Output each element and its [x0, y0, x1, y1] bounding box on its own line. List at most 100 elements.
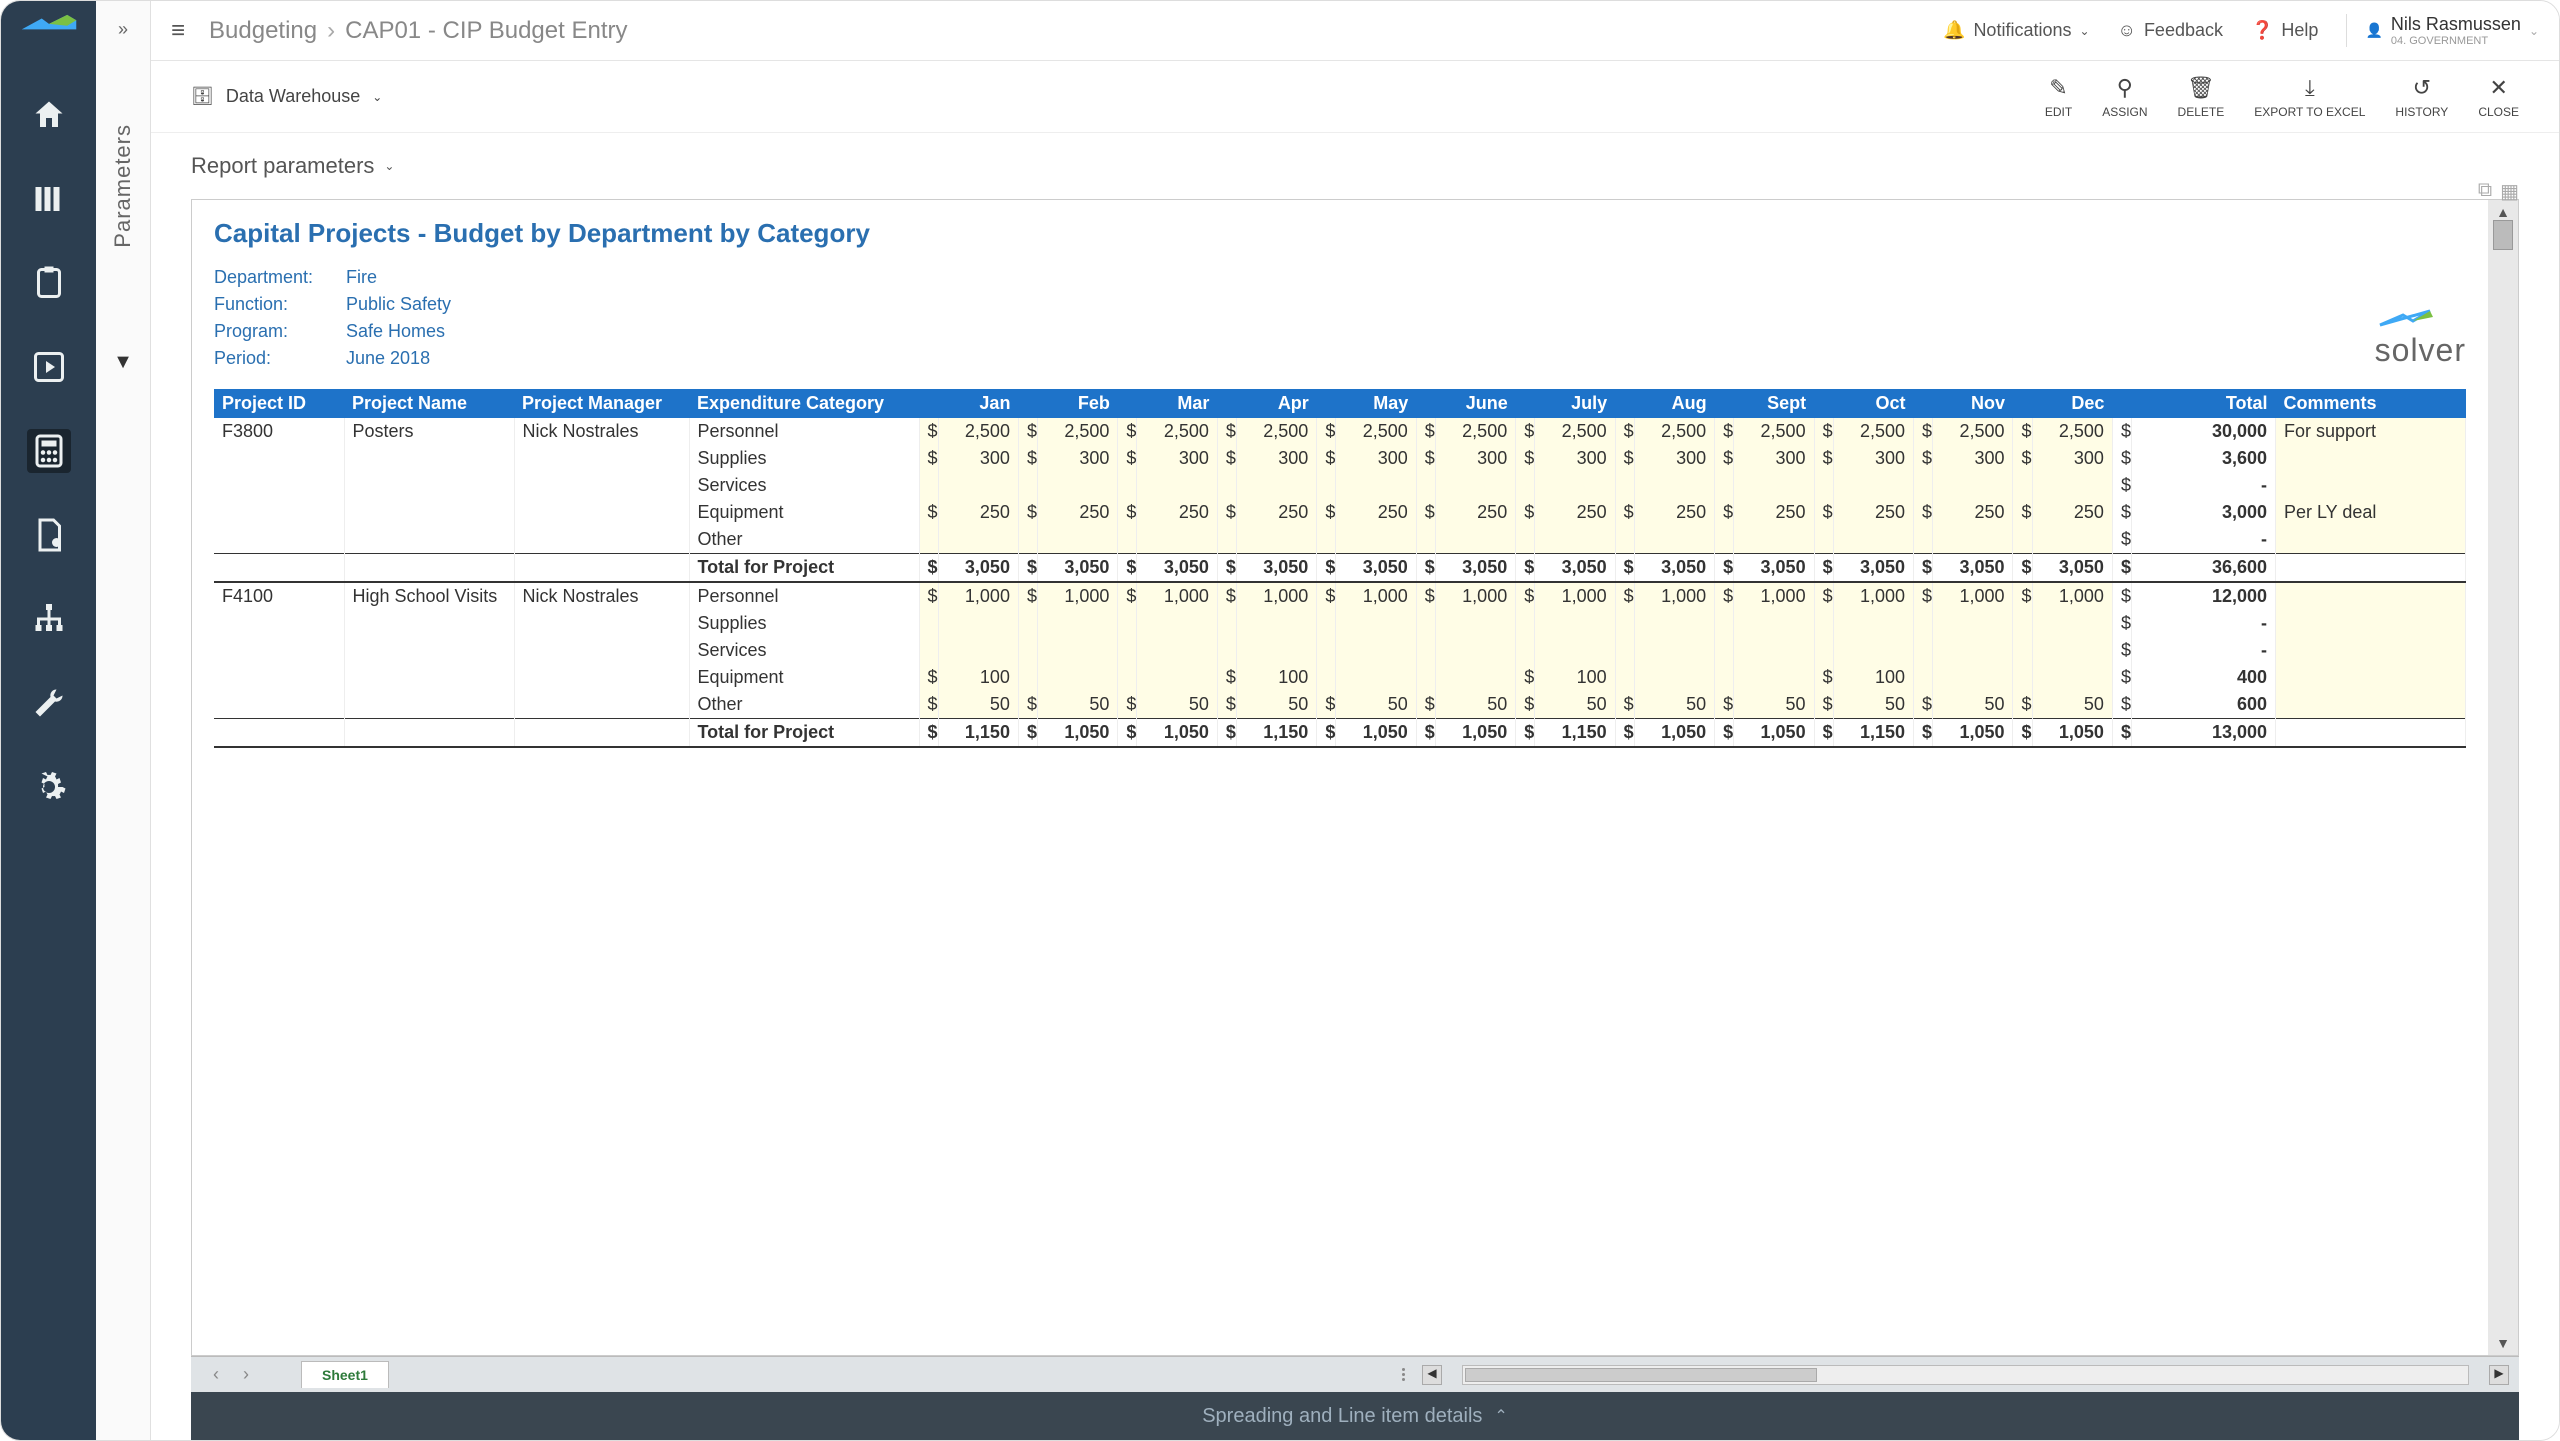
month-cell[interactable]: 50 — [1037, 691, 1117, 719]
month-cell[interactable]: 300 — [2032, 445, 2112, 472]
month-cell[interactable] — [1236, 472, 1316, 499]
month-cell[interactable]: 250 — [1734, 499, 1814, 526]
month-cell[interactable] — [1734, 637, 1814, 664]
month-cell[interactable] — [1933, 472, 2013, 499]
month-cell[interactable]: 50 — [1435, 691, 1515, 719]
month-cell[interactable]: 100 — [1535, 664, 1615, 691]
month-cell[interactable]: 300 — [1933, 445, 2013, 472]
month-cell[interactable]: 250 — [1037, 499, 1117, 526]
month-cell[interactable]: 2,500 — [1634, 418, 1714, 445]
month-cell[interactable] — [1137, 664, 1217, 691]
month-cell[interactable]: 300 — [1833, 445, 1913, 472]
month-cell[interactable]: 300 — [1137, 445, 1217, 472]
delete-button[interactable]: 🗑DELETE — [2178, 75, 2225, 119]
comment-cell[interactable]: Per LY deal — [2276, 499, 2466, 526]
month-cell[interactable]: 1,000 — [1137, 582, 1217, 610]
hscroll-left-icon[interactable]: ◀ — [1422, 1365, 1442, 1385]
month-cell[interactable]: 300 — [938, 445, 1018, 472]
comment-cell[interactable] — [2276, 582, 2466, 610]
feedback-button[interactable]: ☺ Feedback — [2118, 20, 2223, 41]
comment-cell[interactable] — [2276, 610, 2466, 637]
month-cell[interactable] — [938, 637, 1018, 664]
hscroll-right-icon[interactable]: ▶ — [2489, 1365, 2509, 1385]
horizontal-scrollbar[interactable] — [1462, 1365, 2469, 1385]
month-cell[interactable]: 1,000 — [1634, 582, 1714, 610]
month-cell[interactable] — [1535, 610, 1615, 637]
month-cell[interactable] — [1037, 472, 1117, 499]
month-cell[interactable] — [1435, 637, 1515, 664]
month-cell[interactable] — [1634, 664, 1714, 691]
month-cell[interactable] — [1734, 472, 1814, 499]
month-cell[interactable]: 2,500 — [1734, 418, 1814, 445]
month-cell[interactable] — [2032, 526, 2112, 554]
month-cell[interactable]: 2,500 — [1137, 418, 1217, 445]
month-cell[interactable] — [1734, 664, 1814, 691]
month-cell[interactable] — [1933, 610, 2013, 637]
month-cell[interactable]: 2,500 — [1833, 418, 1913, 445]
edit-button[interactable]: ✎EDIT — [2045, 75, 2072, 119]
month-cell[interactable] — [1634, 610, 1714, 637]
month-cell[interactable]: 50 — [1833, 691, 1913, 719]
hscroll-thumb[interactable] — [1465, 1368, 1817, 1382]
month-cell[interactable] — [1336, 637, 1416, 664]
month-cell[interactable] — [1037, 664, 1117, 691]
month-cell[interactable]: 2,500 — [2032, 418, 2112, 445]
month-cell[interactable] — [1734, 526, 1814, 554]
month-cell[interactable]: 1,000 — [1734, 582, 1814, 610]
user-menu[interactable]: 👤 Nils Rasmussen 04. Government ⌄ — [2346, 14, 2539, 47]
month-cell[interactable] — [1933, 637, 2013, 664]
month-cell[interactable]: 1,000 — [1933, 582, 2013, 610]
month-cell[interactable]: 1,000 — [1236, 582, 1316, 610]
month-cell[interactable]: 2,500 — [1236, 418, 1316, 445]
month-cell[interactable] — [2032, 472, 2112, 499]
comment-cell[interactable] — [2276, 637, 2466, 664]
month-cell[interactable]: 300 — [1336, 445, 1416, 472]
month-cell[interactable]: 2,500 — [1933, 418, 2013, 445]
month-cell[interactable] — [1236, 637, 1316, 664]
month-cell[interactable]: 100 — [938, 664, 1018, 691]
nav-play-icon[interactable] — [27, 345, 71, 389]
month-cell[interactable]: 300 — [1734, 445, 1814, 472]
month-cell[interactable] — [1037, 526, 1117, 554]
month-cell[interactable]: 250 — [1933, 499, 2013, 526]
month-cell[interactable] — [2032, 610, 2112, 637]
month-cell[interactable] — [1634, 526, 1714, 554]
filter-icon[interactable]: ▼ — [113, 351, 133, 374]
month-cell[interactable] — [1236, 526, 1316, 554]
month-cell[interactable] — [1037, 610, 1117, 637]
help-button[interactable]: ❓ Help — [2251, 20, 2318, 41]
month-cell[interactable] — [1435, 610, 1515, 637]
month-cell[interactable]: 300 — [1435, 445, 1515, 472]
comment-cell[interactable] — [2276, 472, 2466, 499]
month-cell[interactable] — [1833, 526, 1913, 554]
month-cell[interactable]: 2,500 — [1037, 418, 1117, 445]
month-cell[interactable] — [1833, 610, 1913, 637]
month-cell[interactable]: 50 — [1137, 691, 1217, 719]
comment-cell[interactable] — [2276, 445, 2466, 472]
month-cell[interactable] — [1137, 610, 1217, 637]
scroll-up-icon[interactable]: ▲ — [2496, 204, 2510, 220]
month-cell[interactable] — [1933, 526, 2013, 554]
month-cell[interactable]: 50 — [1236, 691, 1316, 719]
month-cell[interactable] — [2032, 637, 2112, 664]
assign-button[interactable]: ⚲ASSIGN — [2102, 75, 2147, 119]
month-cell[interactable]: 250 — [1137, 499, 1217, 526]
month-cell[interactable] — [1336, 664, 1416, 691]
month-cell[interactable] — [938, 526, 1018, 554]
month-cell[interactable] — [1833, 472, 1913, 499]
month-cell[interactable]: 2,500 — [1336, 418, 1416, 445]
month-cell[interactable]: 50 — [1535, 691, 1615, 719]
month-cell[interactable] — [1336, 526, 1416, 554]
nav-home-icon[interactable] — [27, 93, 71, 137]
tab-prev-icon[interactable]: ‹ — [201, 1364, 231, 1385]
month-cell[interactable] — [1535, 637, 1615, 664]
nav-library-icon[interactable] — [27, 177, 71, 221]
footer-bar[interactable]: Spreading and Line item details ⌃ — [191, 1392, 2519, 1440]
month-cell[interactable] — [2032, 664, 2112, 691]
month-cell[interactable]: 50 — [938, 691, 1018, 719]
month-cell[interactable]: 300 — [1236, 445, 1316, 472]
month-cell[interactable]: 50 — [1933, 691, 2013, 719]
month-cell[interactable] — [1435, 526, 1515, 554]
grid-icon[interactable]: ▦ — [2500, 179, 2519, 204]
month-cell[interactable] — [1435, 664, 1515, 691]
